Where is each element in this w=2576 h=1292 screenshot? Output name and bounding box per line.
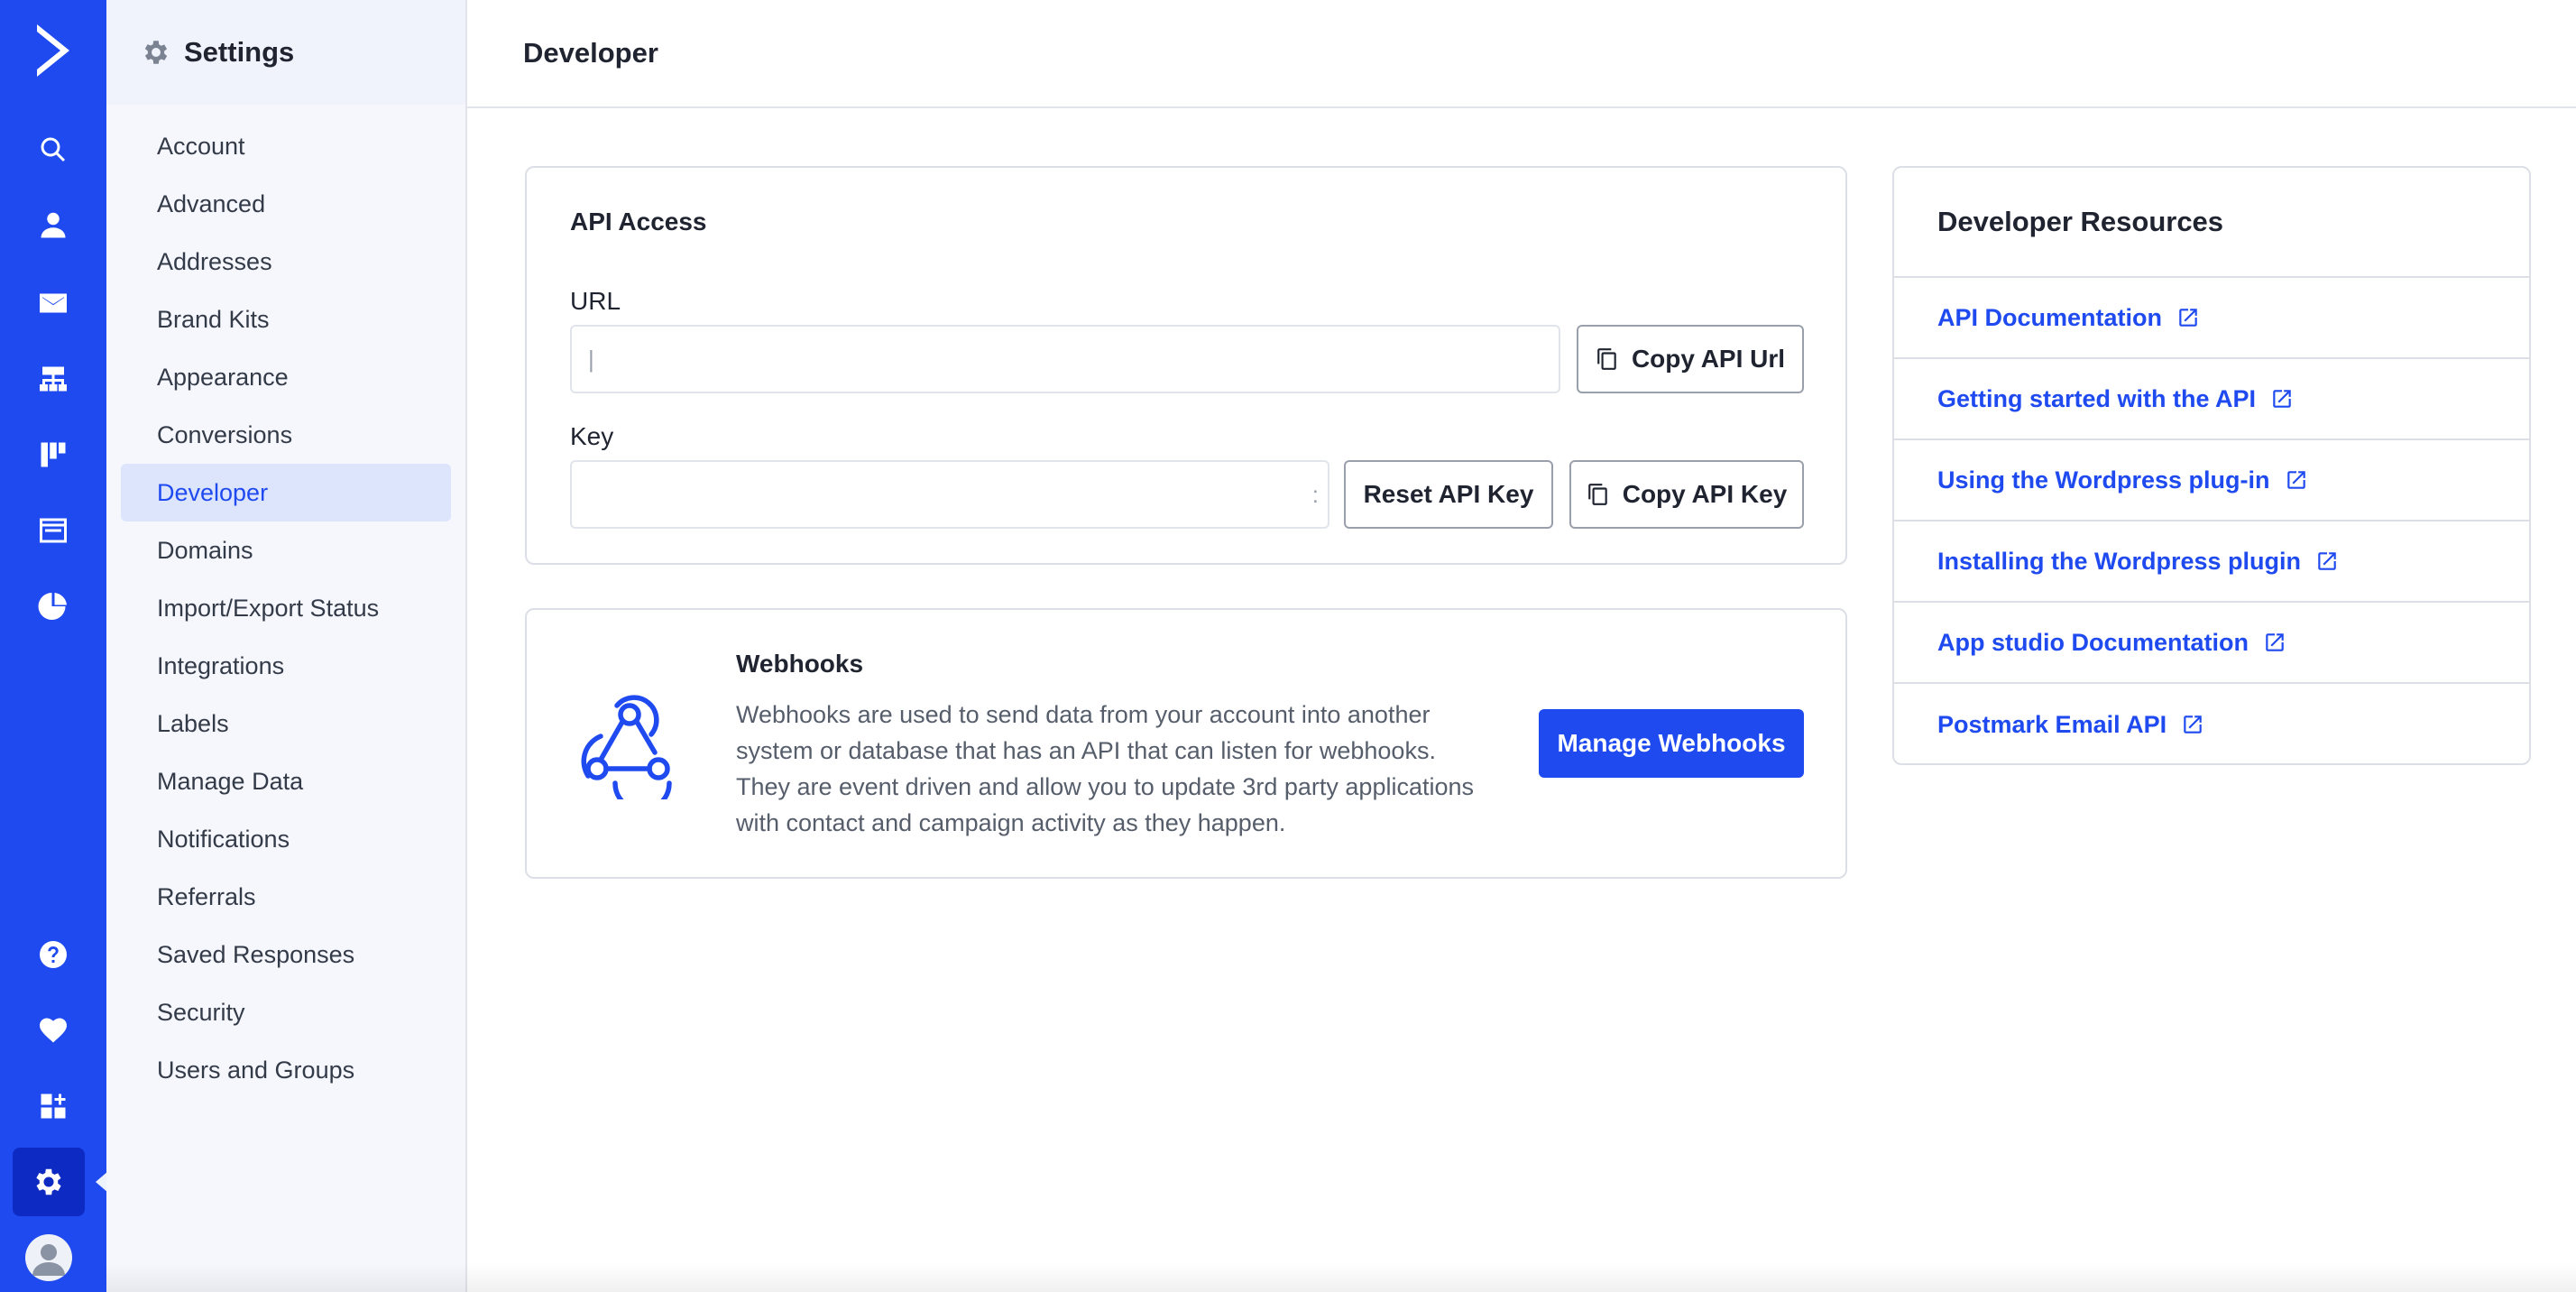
resource-link-wordpress-plug-in[interactable]: Using the Wordpress plug-in — [1894, 440, 2529, 521]
developer-resources-card: Developer Resources API Documentation Ge… — [1892, 166, 2531, 765]
page-header: Developer — [467, 0, 2576, 108]
nav-item-security[interactable]: Security — [121, 983, 451, 1041]
resource-link-label: Getting started with the API — [1937, 384, 2257, 412]
nav-item-brand-kits[interactable]: Brand Kits — [121, 291, 451, 348]
nav-item-notifications[interactable]: Notifications — [121, 810, 451, 868]
copy-api-key-button[interactable]: Copy API Key — [1569, 460, 1804, 529]
nav-item-import-export-status[interactable]: Import/Export Status — [121, 579, 451, 637]
reports-icon[interactable] — [0, 574, 106, 639]
external-link-icon — [2266, 633, 2284, 651]
resource-link-label: Using the Wordpress plug-in — [1937, 466, 2270, 494]
pipelines-icon[interactable] — [0, 422, 106, 487]
sidebar-header: Settings — [106, 0, 465, 105]
resource-link-postmark[interactable]: Postmark Email API — [1894, 684, 2529, 765]
copy-icon — [1597, 348, 1616, 370]
webhook-icon — [581, 695, 672, 799]
nav-item-addresses[interactable]: Addresses — [121, 233, 451, 291]
resource-link-installing-wordpress[interactable]: Installing the Wordpress plugin — [1894, 521, 2529, 603]
resource-link-getting-started[interactable]: Getting started with the API — [1894, 359, 2529, 440]
nav-item-integrations[interactable]: Integrations — [121, 637, 451, 695]
external-link-icon — [2318, 552, 2336, 570]
nav-item-appearance[interactable]: Appearance — [121, 348, 451, 406]
help-icon[interactable] — [0, 922, 106, 987]
apps-icon[interactable] — [0, 1074, 106, 1139]
resource-link-app-studio[interactable]: App studio Documentation — [1894, 603, 2529, 684]
nav-item-labels[interactable]: Labels — [121, 695, 451, 752]
external-link-icon — [2286, 471, 2305, 489]
icon-rail — [0, 0, 108, 1292]
manage-webhooks-button[interactable]: Manage Webhooks — [1539, 709, 1804, 778]
url-label: URL — [570, 287, 621, 315]
automations-icon[interactable] — [0, 346, 106, 411]
key-label: Key — [570, 422, 614, 450]
page-title: Developer — [523, 37, 658, 69]
external-link-icon — [2184, 715, 2202, 734]
nav-item-developer[interactable]: Developer — [121, 464, 451, 521]
resource-link-label: App studio Documentation — [1937, 628, 2249, 656]
reset-api-key-label: Reset API Key — [1363, 480, 1534, 508]
campaigns-icon[interactable] — [0, 271, 106, 336]
api-access-heading: API Access — [570, 208, 707, 235]
settings-icon[interactable] — [13, 1148, 85, 1216]
search-icon[interactable] — [0, 117, 106, 182]
logo-icon[interactable] — [0, 18, 106, 83]
copy-api-url-button[interactable]: Copy API Url — [1577, 325, 1804, 393]
nav-item-users-and-groups[interactable]: Users and Groups — [121, 1041, 451, 1099]
nav-item-account[interactable]: Account — [121, 117, 451, 175]
nav-item-referrals[interactable]: Referrals — [121, 868, 451, 926]
resource-link-label: Installing the Wordpress plugin — [1937, 547, 2302, 575]
copy-api-key-label: Copy API Key — [1622, 480, 1788, 508]
nav-item-advanced[interactable]: Advanced — [121, 175, 451, 233]
external-link-icon — [2179, 309, 2197, 327]
api-access-card: API Access URL Copy API Url Key Reset AP… — [525, 166, 1847, 565]
webhooks-card: Webhooks Webhooks are used to send data … — [525, 608, 1847, 879]
reset-api-key-button[interactable]: Reset API Key — [1344, 460, 1553, 529]
resource-link-api-documentation[interactable]: API Documentation — [1894, 278, 2529, 359]
api-key-input[interactable] — [570, 460, 1329, 529]
resource-link-label: Postmark Email API — [1937, 710, 2167, 738]
api-url-input[interactable] — [570, 325, 1560, 393]
webhooks-description: Webhooks are used to send data from your… — [736, 701, 1475, 836]
website-icon[interactable] — [0, 498, 106, 563]
nav-item-conversions[interactable]: Conversions — [121, 406, 451, 464]
bottom-shadow — [106, 1263, 2576, 1292]
settings-nav: Account Advanced Addresses Brand Kits Ap… — [106, 105, 465, 1099]
nav-item-domains[interactable]: Domains — [121, 521, 451, 579]
heart-icon[interactable] — [0, 998, 106, 1063]
settings-sidebar: Settings Account Advanced Addresses Bran… — [106, 0, 467, 1292]
webhooks-title: Webhooks — [736, 650, 864, 678]
copy-icon — [1587, 484, 1607, 505]
copy-api-url-label: Copy API Url — [1631, 345, 1786, 373]
developer-resources-title: Developer Resources — [1894, 168, 2529, 278]
nav-item-manage-data[interactable]: Manage Data — [121, 752, 451, 810]
gear-icon — [144, 41, 168, 64]
avatar-icon[interactable] — [25, 1234, 72, 1281]
external-link-icon — [2273, 390, 2291, 408]
sidebar-title: Settings — [184, 36, 295, 68]
contacts-icon[interactable] — [0, 193, 106, 258]
resource-link-label: API Documentation — [1937, 303, 2163, 331]
nav-item-saved-responses[interactable]: Saved Responses — [121, 926, 451, 983]
